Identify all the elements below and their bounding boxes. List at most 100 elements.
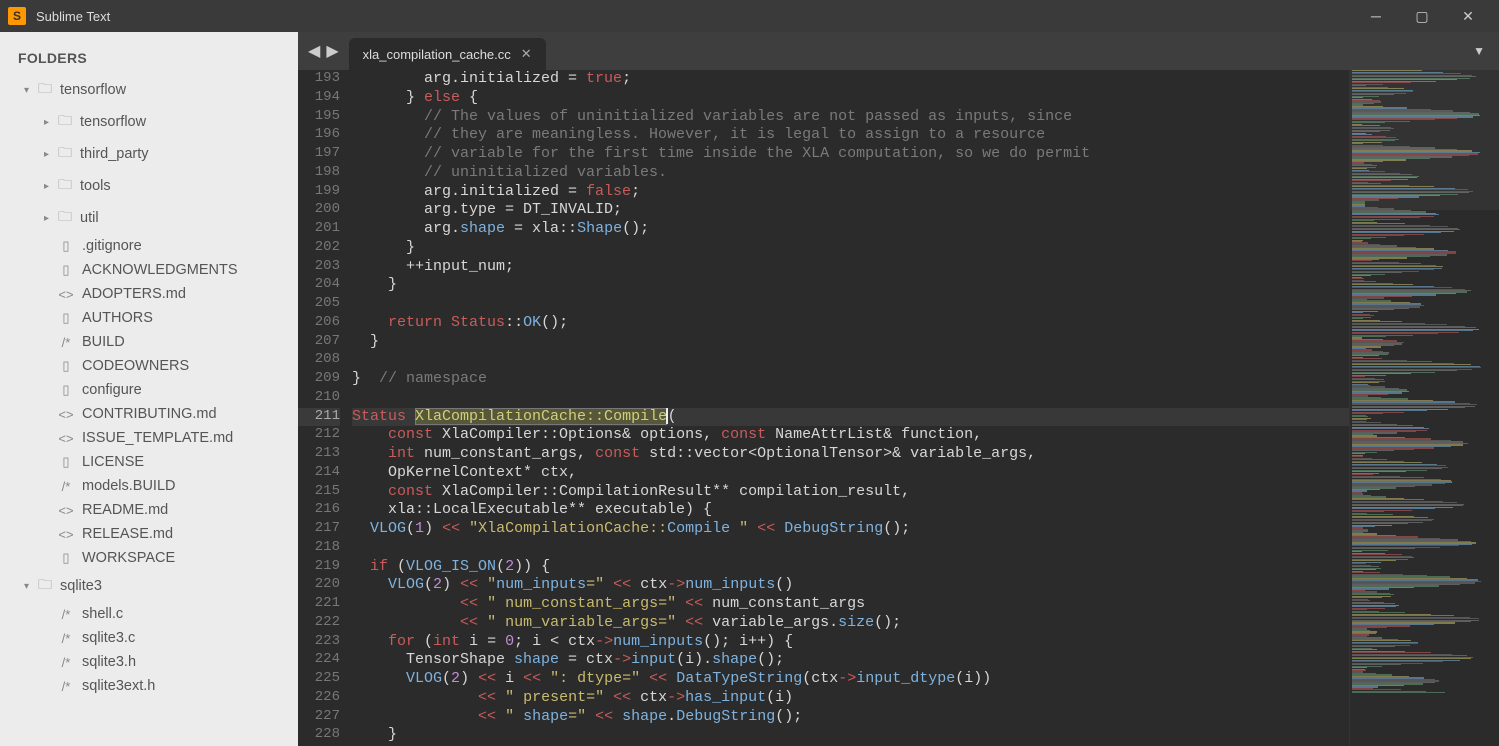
file-item-acknowledgments[interactable]: ▯ ACKNOWLEDGMENTS xyxy=(0,258,298,282)
tabbar-menu-icon[interactable]: ▼ xyxy=(1459,44,1499,58)
tree-item-label: third_party xyxy=(80,146,149,162)
disclosure-icon[interactable]: ▸ xyxy=(44,149,58,160)
file-item-issue-template-md[interactable]: <> ISSUE_TEMPLATE.md xyxy=(0,426,298,450)
file-item-sqlite3-c[interactable]: /*sqlite3.c xyxy=(0,626,298,650)
tree-item-label: shell.c xyxy=(82,606,123,622)
app-title: Sublime Text xyxy=(36,9,1353,24)
minimap[interactable] xyxy=(1349,70,1499,746)
file-icon: ▯ xyxy=(58,454,74,470)
file-item-sqlite3-h[interactable]: /* sqlite3.h xyxy=(0,650,298,674)
folder-icon: 🗀 xyxy=(58,142,72,166)
tree-item-label: models.BUILD xyxy=(82,478,175,494)
app-logo-icon: S xyxy=(8,7,26,25)
disclosure-icon[interactable]: ▸ xyxy=(44,181,58,192)
file-item-shell-c[interactable]: /* shell.c xyxy=(0,602,298,626)
folder-tree: ▾🗀tensorflow▸🗀tensorflow▸🗀third_party▸🗀t… xyxy=(0,74,298,698)
file-item-configure[interactable]: ▯ configure xyxy=(0,378,298,402)
tree-item-label: ADOPTERS.md xyxy=(82,286,186,302)
file-item-license[interactable]: ▯ LICENSE xyxy=(0,450,298,474)
file-icon: ▯ xyxy=(58,358,74,374)
maximize-button[interactable]: ▢ xyxy=(1399,0,1445,32)
file-icon: ▯ xyxy=(58,262,74,278)
file-item-workspace[interactable]: ▯ WORKSPACE xyxy=(0,546,298,570)
tree-item-label: ACKNOWLEDGMENTS xyxy=(82,262,238,278)
tab-label: xla_compilation_cache.cc xyxy=(363,47,511,62)
file-item-build[interactable]: /* BUILD xyxy=(0,330,298,354)
folder-icon: 🗀 xyxy=(58,110,72,134)
tree-item-label: BUILD xyxy=(82,334,125,350)
file-item-authors[interactable]: ▯ AUTHORS xyxy=(0,306,298,330)
file-icon: /* xyxy=(58,631,74,646)
minimize-button[interactable]: ─ xyxy=(1353,0,1399,32)
folder-icon: 🗀 xyxy=(58,206,72,230)
code-area[interactable]: arg.initialized = true; } else { // The … xyxy=(352,70,1349,746)
folder-icon: 🗀 xyxy=(38,574,52,598)
file-icon: <> xyxy=(58,503,74,518)
file-item-codeowners[interactable]: ▯ CODEOWNERS xyxy=(0,354,298,378)
tree-item-label: tools xyxy=(80,178,111,194)
folder-item-sqlite3[interactable]: ▾🗀 sqlite3 xyxy=(0,570,298,602)
folder-item-tensorflow[interactable]: ▸🗀 tensorflow xyxy=(0,106,298,138)
tree-item-label: util xyxy=(80,210,99,226)
file-item--gitignore[interactable]: ▯ .gitignore xyxy=(0,234,298,258)
main-area: FOLDERS ▾🗀tensorflow▸🗀tensorflow▸🗀third_… xyxy=(0,32,1499,746)
file-icon: <> xyxy=(58,287,74,302)
file-item-readme-md[interactable]: <> README.md xyxy=(0,498,298,522)
nav-back-icon[interactable]: ◀ xyxy=(308,41,320,61)
file-icon: ▯ xyxy=(58,550,74,566)
file-icon: ▯ xyxy=(58,382,74,398)
close-button[interactable]: ✕ xyxy=(1445,0,1491,32)
titlebar: S Sublime Text ─ ▢ ✕ xyxy=(0,0,1499,32)
folder-item-util[interactable]: ▸🗀 util xyxy=(0,202,298,234)
tree-item-label: LICENSE xyxy=(82,454,144,470)
disclosure-icon[interactable]: ▸ xyxy=(44,213,58,224)
file-item-adopters-md[interactable]: <> ADOPTERS.md xyxy=(0,282,298,306)
folder-icon: 🗀 xyxy=(58,174,72,198)
file-icon: /* xyxy=(58,655,74,670)
tree-item-label: RELEASE.md xyxy=(82,526,173,542)
file-item-release-md[interactable]: <> RELEASE.md xyxy=(0,522,298,546)
tree-item-label: README.md xyxy=(82,502,168,518)
tree-item-label: .gitignore xyxy=(82,238,142,254)
tree-item-label: CODEOWNERS xyxy=(82,358,189,374)
folder-item-tensorflow[interactable]: ▾🗀 tensorflow xyxy=(0,74,298,106)
folder-item-tools[interactable]: ▸🗀 tools xyxy=(0,170,298,202)
tab-active[interactable]: xla_compilation_cache.cc ✕ xyxy=(349,38,546,70)
file-icon: /* xyxy=(58,607,74,622)
tree-item-label: sqlite3.h xyxy=(82,654,136,670)
file-item-sqlite3ext-h[interactable]: /* sqlite3ext.h xyxy=(0,674,298,698)
nav-arrows: ◀ ▶ xyxy=(298,32,349,70)
tree-item-label: tensorflow xyxy=(60,82,126,98)
tree-item-label: sqlite3ext.h xyxy=(82,678,155,694)
file-icon: <> xyxy=(58,527,74,542)
editor-body: 1931941951961971981992002012022032042052… xyxy=(298,70,1499,746)
tree-item-label: WORKSPACE xyxy=(82,550,175,566)
tree-item-label: sqlite3 xyxy=(60,578,102,594)
tree-item-label: tensorflow xyxy=(80,114,146,130)
tab-close-icon[interactable]: ✕ xyxy=(521,46,532,62)
file-icon: /* xyxy=(58,679,74,694)
disclosure-icon[interactable]: ▾ xyxy=(24,581,38,592)
sidebar-header: FOLDERS xyxy=(0,40,298,74)
nav-forward-icon[interactable]: ▶ xyxy=(326,41,338,61)
editor-pane: ◀ ▶ xla_compilation_cache.cc ✕ ▼ 1931941… xyxy=(298,32,1499,746)
folder-item-third-party[interactable]: ▸🗀 third_party xyxy=(0,138,298,170)
tabbar: ◀ ▶ xla_compilation_cache.cc ✕ ▼ xyxy=(298,32,1499,70)
file-icon: /* xyxy=(58,335,74,350)
file-icon: ▯ xyxy=(58,238,74,254)
tree-item-label: CONTRIBUTING.md xyxy=(82,406,217,422)
disclosure-icon[interactable]: ▸ xyxy=(44,117,58,128)
file-item-models-build[interactable]: /* models.BUILD xyxy=(0,474,298,498)
disclosure-icon[interactable]: ▾ xyxy=(24,85,38,96)
line-gutter[interactable]: 1931941951961971981992002012022032042052… xyxy=(298,70,352,746)
file-icon: ▯ xyxy=(58,310,74,326)
tree-item-label: configure xyxy=(82,382,142,398)
sidebar[interactable]: FOLDERS ▾🗀tensorflow▸🗀tensorflow▸🗀third_… xyxy=(0,32,298,746)
tree-item-label: ISSUE_TEMPLATE.md xyxy=(82,430,233,446)
tree-item-label: AUTHORS xyxy=(82,310,153,326)
file-item-contributing-md[interactable]: <> CONTRIBUTING.md xyxy=(0,402,298,426)
file-icon: /* xyxy=(58,479,74,494)
file-icon: <> xyxy=(58,407,74,422)
folder-icon: 🗀 xyxy=(38,78,52,102)
file-icon: <> xyxy=(58,431,74,446)
